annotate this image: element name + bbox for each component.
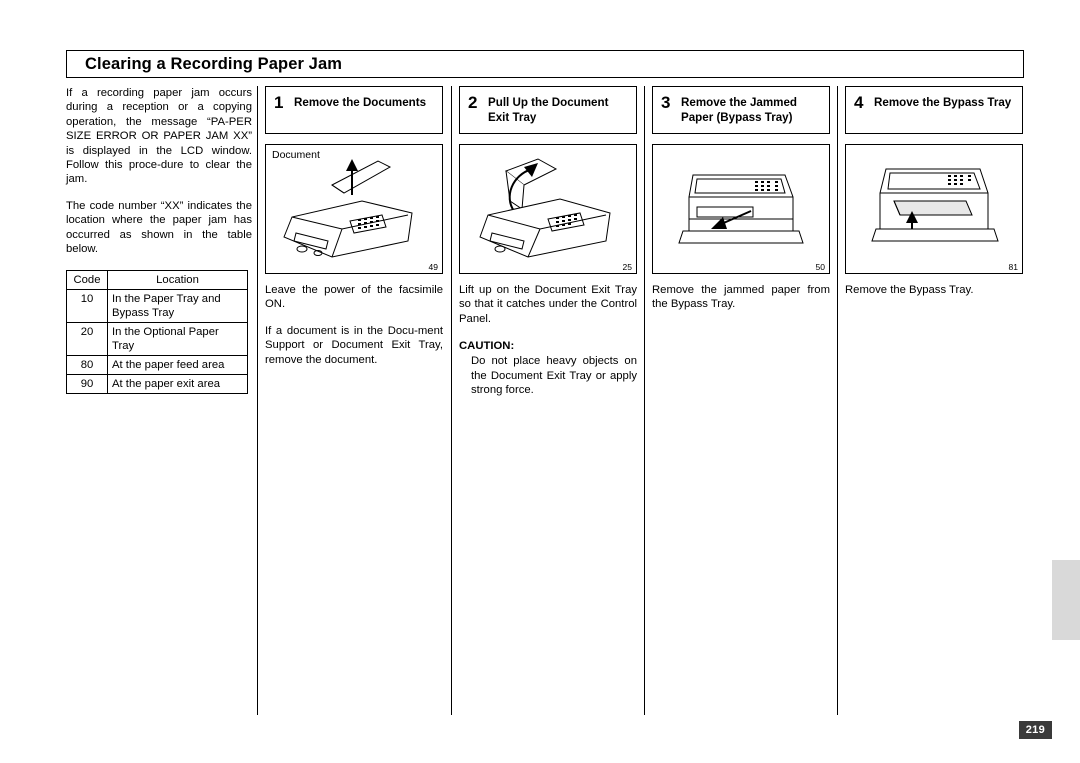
step-header-4: 4 Remove the Bypass Tray	[845, 86, 1023, 134]
cell-code: 90	[66, 374, 108, 394]
step-column-3: 3 Remove the Jammed Paper (Bypass Tray)	[652, 86, 830, 312]
fax-machine-drawing-3	[678, 174, 804, 244]
illustration-number-1: 49	[428, 262, 438, 272]
illustration-number-2: 25	[622, 262, 632, 272]
illustration-label-document: Document	[272, 149, 320, 161]
column-divider	[451, 86, 452, 715]
column-divider	[644, 86, 645, 715]
step-title-4: Remove the Bypass Tray	[874, 96, 1012, 109]
intro-column: If a recording paper jam occurs during a…	[66, 86, 252, 268]
cell-location: At the paper feed area	[107, 355, 248, 375]
step-title-1: Remove the Documents	[294, 96, 427, 109]
table-row: 80 At the paper feed area	[66, 355, 248, 375]
step-illustration-1: Document 49	[265, 144, 443, 274]
step-header-2: 2 Pull Up the Document Exit Tray	[459, 86, 637, 134]
step-header-1: 1 Remove the Documents	[265, 86, 443, 134]
step-number-4: 4	[854, 93, 864, 112]
step-number-1: 1	[274, 93, 284, 112]
fax-machine-drawing-2	[479, 158, 611, 258]
table-header-location: Location	[107, 270, 248, 290]
caution-label: CAUTION:	[459, 340, 515, 353]
step-body-2-text: Lift up on the Document Exit Tray so tha…	[459, 284, 637, 325]
step-number-3: 3	[661, 93, 671, 112]
table-row: 20 In the Optional Paper Tray	[66, 322, 248, 356]
table-row: 90 At the paper exit area	[66, 374, 248, 394]
caution-text: Do not place heavy objects on the Docume…	[471, 355, 637, 397]
table-row: 10 In the Paper Tray and Bypass Tray	[66, 289, 248, 323]
cell-location: In the Optional Paper Tray	[107, 322, 248, 356]
page-title-bar: Clearing a Recording Paper Jam	[66, 50, 1024, 78]
step-column-1: 1 Remove the Documents Document 49 Leave…	[265, 86, 443, 367]
fax-machine-drawing-1	[283, 159, 413, 258]
cell-code: 80	[66, 355, 108, 375]
step-body-3: Remove the jammed paper from the Bypass …	[652, 283, 830, 312]
table-header-code: Code	[66, 270, 108, 290]
step-title-3: Remove the Jammed Paper (Bypass Tray)	[681, 96, 797, 124]
page-number: 219	[1018, 721, 1052, 739]
step-illustration-4: 81	[845, 144, 1023, 274]
step-header-3: 3 Remove the Jammed Paper (Bypass Tray)	[652, 86, 830, 134]
step-body-1-text-b: If a document is in the Docu-ment Suppor…	[265, 324, 443, 366]
cell-code: 10	[66, 289, 108, 323]
cell-code: 20	[66, 322, 108, 356]
jam-code-table: Code Location 10 In the Paper Tray and B…	[66, 270, 248, 394]
step-body-3-text: Remove the jammed paper from the Bypass …	[652, 284, 830, 311]
step-illustration-3: 50	[652, 144, 830, 274]
step-illustration-2: 25	[459, 144, 637, 274]
column-divider	[257, 86, 258, 715]
step-body-4: Remove the Bypass Tray.	[845, 283, 1023, 297]
step-body-1: Leave the power of the facsimile ON. If …	[265, 283, 443, 367]
fax-machine-drawing-4	[871, 168, 999, 242]
step-title-2: Pull Up the Document Exit Tray	[488, 96, 609, 124]
step-body-4-text: Remove the Bypass Tray.	[845, 284, 974, 296]
step-column-4: 4 Remove the Bypass Tray 81 Remove the B…	[845, 86, 1023, 297]
intro-paragraph-2: The code number “XX” indicates the locat…	[66, 199, 252, 256]
step-number-2: 2	[468, 93, 478, 112]
intro-paragraph-1: If a recording paper jam occurs during a…	[66, 87, 252, 186]
step-column-2: 2 Pull Up the Document Exit Tray 25 Lift…	[459, 86, 637, 397]
document-page: Clearing a Recording Paper Jam If a reco…	[0, 0, 1080, 763]
step-body-1-text-a: Leave the power of the facsimile ON.	[265, 284, 443, 311]
cell-location: In the Paper Tray and Bypass Tray	[107, 289, 248, 323]
column-divider	[837, 86, 838, 715]
table-header-row: Code Location	[66, 270, 248, 290]
illustration-number-3: 50	[815, 262, 825, 272]
step-body-2: Lift up on the Document Exit Tray so tha…	[459, 283, 637, 326]
cell-location: At the paper exit area	[107, 374, 248, 394]
chapter-tab	[1052, 560, 1080, 640]
illustration-number-4: 81	[1008, 262, 1018, 272]
page-title: Clearing a Recording Paper Jam	[85, 55, 343, 73]
